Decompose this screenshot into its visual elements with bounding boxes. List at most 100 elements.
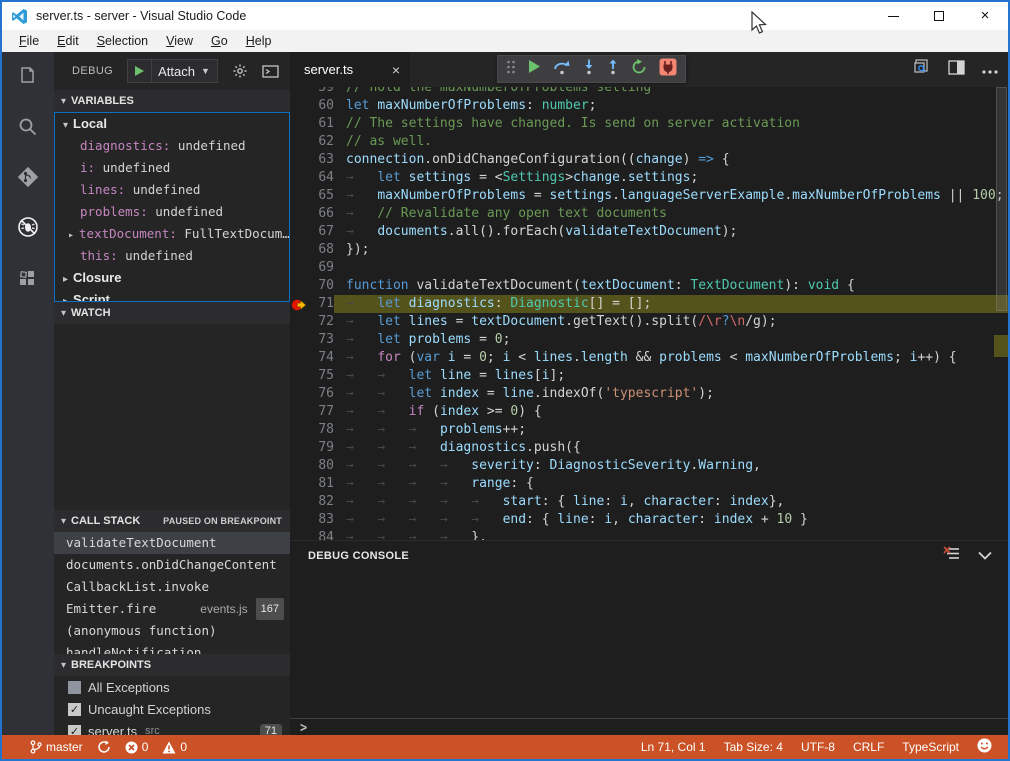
console-input[interactable]: > [290, 718, 1008, 735]
line-content[interactable]: → → if (index >= 0) { [334, 403, 1008, 421]
line-number[interactable]: 63 [308, 151, 334, 169]
breakpoint-margin[interactable] [290, 331, 308, 349]
code-line-69[interactable]: 69 [290, 259, 1008, 277]
scope-row-script[interactable]: ▸Script [55, 289, 289, 302]
breakpoint-margin[interactable] [290, 87, 308, 97]
line-number[interactable]: 62 [308, 133, 334, 151]
breakpoint-row[interactable]: All Exceptions [54, 676, 290, 698]
checkbox-unchecked[interactable] [68, 681, 81, 694]
line-number[interactable]: 59 [308, 87, 334, 97]
configure-gear-button[interactable] [232, 63, 248, 79]
code-editor[interactable]: 59// hold the maxNumberOfProblems settin… [290, 87, 1008, 540]
breakpoint-margin[interactable] [290, 169, 308, 187]
line-content[interactable]: → → → problems++; [334, 421, 1008, 439]
line-content[interactable]: // as well. [334, 133, 1008, 151]
breakpoint-margin[interactable] [290, 529, 308, 540]
maximize-button[interactable] [916, 2, 962, 30]
code-line-67[interactable]: 67→ documents.all().forEach(validateText… [290, 223, 1008, 241]
line-content[interactable]: → → → → severity: DiagnosticSeverity.War… [334, 457, 1008, 475]
line-number[interactable]: 80 [308, 457, 334, 475]
variable-row[interactable]: problems: undefined [55, 201, 289, 223]
breakpoint-margin[interactable] [290, 205, 308, 223]
line-content[interactable]: → documents.all().forEach(validateTextDo… [334, 223, 1008, 241]
code-line-78[interactable]: 78→ → → problems++; [290, 421, 1008, 439]
open-preview-icon[interactable] [913, 58, 931, 81]
breakpoint-margin[interactable] [290, 187, 308, 205]
close-button[interactable]: × [962, 2, 1008, 30]
call-stack-section-header[interactable]: ▾ CALL STACK PAUSED ON BREAKPOINT [54, 510, 290, 532]
line-number[interactable]: 82 [308, 493, 334, 511]
line-number[interactable]: 77 [308, 403, 334, 421]
line-content[interactable]: → let lines = textDocument.getText().spl… [334, 313, 1008, 331]
explorer-icon[interactable] [16, 65, 40, 89]
line-number[interactable]: 70 [308, 277, 334, 295]
breakpoint-margin[interactable] [290, 151, 308, 169]
breakpoint-margin[interactable] [290, 277, 308, 295]
line-content[interactable]: → → let line = lines[i]; [334, 367, 1008, 385]
breakpoint-margin[interactable] [290, 403, 308, 421]
variables-section-header[interactable]: ▾ VARIABLES [54, 90, 290, 112]
step-over-button[interactable] [553, 59, 571, 80]
tab-server-ts[interactable]: server.ts × [290, 52, 410, 87]
scope-row-closure[interactable]: ▸Closure [55, 267, 289, 289]
toolbar-drag-handle[interactable] [506, 59, 516, 80]
line-number[interactable]: 66 [308, 205, 334, 223]
breakpoint-margin[interactable] [290, 223, 308, 241]
line-content[interactable]: → → let index = line.indexOf('typescript… [334, 385, 1008, 403]
editor-scrollbar[interactable] [994, 87, 1008, 540]
checkbox-checked[interactable]: ✓ [68, 725, 81, 736]
cursor-position-item[interactable]: Ln 71, Col 1 [641, 740, 706, 754]
code-line-77[interactable]: 77→ → if (index >= 0) { [290, 403, 1008, 421]
code-line-65[interactable]: 65→ maxNumberOfProblems = settings.langu… [290, 187, 1008, 205]
line-content[interactable]: let maxNumberOfProblems: number; [334, 97, 1008, 115]
line-content[interactable]: // The settings have changed. Is send on… [334, 115, 1008, 133]
stack-frame[interactable]: (anonymous function) [54, 620, 290, 642]
variable-row[interactable]: diagnostics: undefined [55, 135, 289, 157]
line-content[interactable]: → let diagnostics: Diagnostic[] = []; [334, 295, 1008, 313]
code-line-64[interactable]: 64→ let settings = <Settings>change.sett… [290, 169, 1008, 187]
line-content[interactable] [334, 259, 1008, 277]
open-repl-button[interactable] [262, 65, 279, 78]
launch-config-select[interactable]: Attach [152, 64, 201, 79]
scope-row-local[interactable]: ▾Local [55, 113, 289, 135]
line-number[interactable]: 83 [308, 511, 334, 529]
breakpoint-margin[interactable] [290, 349, 308, 367]
line-number[interactable]: 75 [308, 367, 334, 385]
code-line-73[interactable]: 73→ let problems = 0; [290, 331, 1008, 349]
menu-go[interactable]: Go [202, 34, 237, 48]
variable-row[interactable]: this: undefined [55, 245, 289, 267]
breakpoint-margin[interactable] [290, 115, 308, 133]
step-into-button[interactable] [583, 59, 595, 80]
line-number[interactable]: 69 [308, 259, 334, 277]
breakpoint-paused-icon[interactable] [290, 295, 308, 313]
line-number[interactable]: 65 [308, 187, 334, 205]
breakpoint-margin[interactable] [290, 421, 308, 439]
extensions-icon[interactable] [16, 268, 40, 292]
line-number[interactable]: 79 [308, 439, 334, 457]
code-line-84[interactable]: 84→ → → → }, [290, 529, 1008, 540]
line-content[interactable]: → → → → range: { [334, 475, 1008, 493]
language-mode-item[interactable]: TypeScript [902, 740, 959, 754]
line-content[interactable]: // hold the maxNumberOfProblems setting [334, 87, 1008, 97]
minimize-button[interactable] [870, 2, 916, 30]
line-number[interactable]: 67 [308, 223, 334, 241]
line-number[interactable]: 84 [308, 529, 334, 540]
code-line-82[interactable]: 82→ → → → → start: { line: i, character:… [290, 493, 1008, 511]
chevron-down-icon[interactable] [978, 547, 992, 565]
stack-frame[interactable]: Emitter.fireevents.js167 [54, 598, 290, 620]
code-line-81[interactable]: 81→ → → → range: { [290, 475, 1008, 493]
line-content[interactable]: → → → diagnostics.push({ [334, 439, 1008, 457]
breakpoints-section-header[interactable]: ▾ BREAKPOINTS [54, 654, 290, 676]
line-number[interactable]: 72 [308, 313, 334, 331]
code-line-71[interactable]: 71→ let diagnostics: Diagnostic[] = []; [290, 295, 1008, 313]
code-line-66[interactable]: 66→ // Revalidate any open text document… [290, 205, 1008, 223]
breakpoint-margin[interactable] [290, 133, 308, 151]
line-number[interactable]: 74 [308, 349, 334, 367]
errors-item[interactable]: 0 [125, 740, 149, 754]
line-number[interactable]: 60 [308, 97, 334, 115]
line-number[interactable]: 68 [308, 241, 334, 259]
variable-row[interactable]: i: undefined [55, 157, 289, 179]
checkbox-checked[interactable]: ✓ [68, 703, 81, 716]
more-actions-icon[interactable] [982, 61, 998, 79]
encoding-item[interactable]: UTF-8 [801, 740, 835, 754]
